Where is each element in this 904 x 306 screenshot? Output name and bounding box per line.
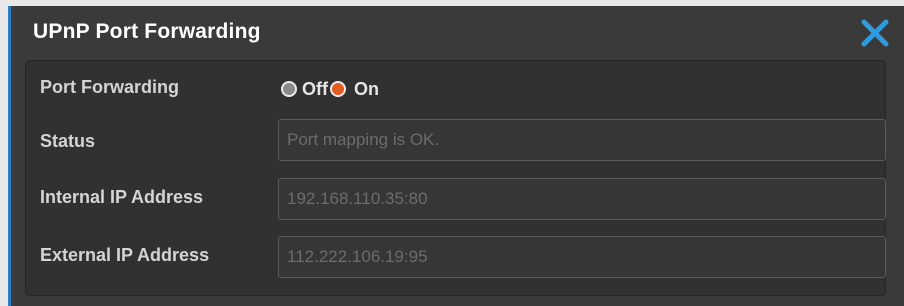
port-forwarding-label: Port Forwarding (40, 77, 179, 97)
dialog-titlebar: UPnP Port Forwarding (11, 6, 904, 58)
external-ip-field: 112.222.106.19:95 (278, 236, 886, 278)
port-forwarding-on-radio[interactable]: On (330, 79, 379, 100)
radio-on-label: On (354, 78, 379, 99)
radio-off-indicator[interactable] (281, 81, 297, 97)
port-forwarding-off-radio[interactable]: Off (281, 79, 328, 100)
close-icon[interactable] (860, 18, 890, 48)
radio-on-indicator[interactable] (330, 81, 346, 97)
internal-ip-field: 192.168.110.35:80 (278, 178, 886, 220)
external-ip-label: External IP Address (40, 245, 210, 265)
dialog-title: UPnP Port Forwarding (33, 20, 261, 43)
settings-panel: Port Forwarding Off On Status Port mappi… (25, 60, 886, 296)
status-field: Port mapping is OK. (278, 119, 886, 161)
upnp-port-forwarding-dialog: UPnP Port Forwarding Port Forwarding Off… (8, 6, 904, 306)
status-label: Status (40, 131, 96, 151)
internal-ip-label: Internal IP Address (40, 187, 204, 207)
radio-off-label: Off (302, 78, 328, 99)
port-forwarding-radio-group: Off On (281, 77, 379, 101)
